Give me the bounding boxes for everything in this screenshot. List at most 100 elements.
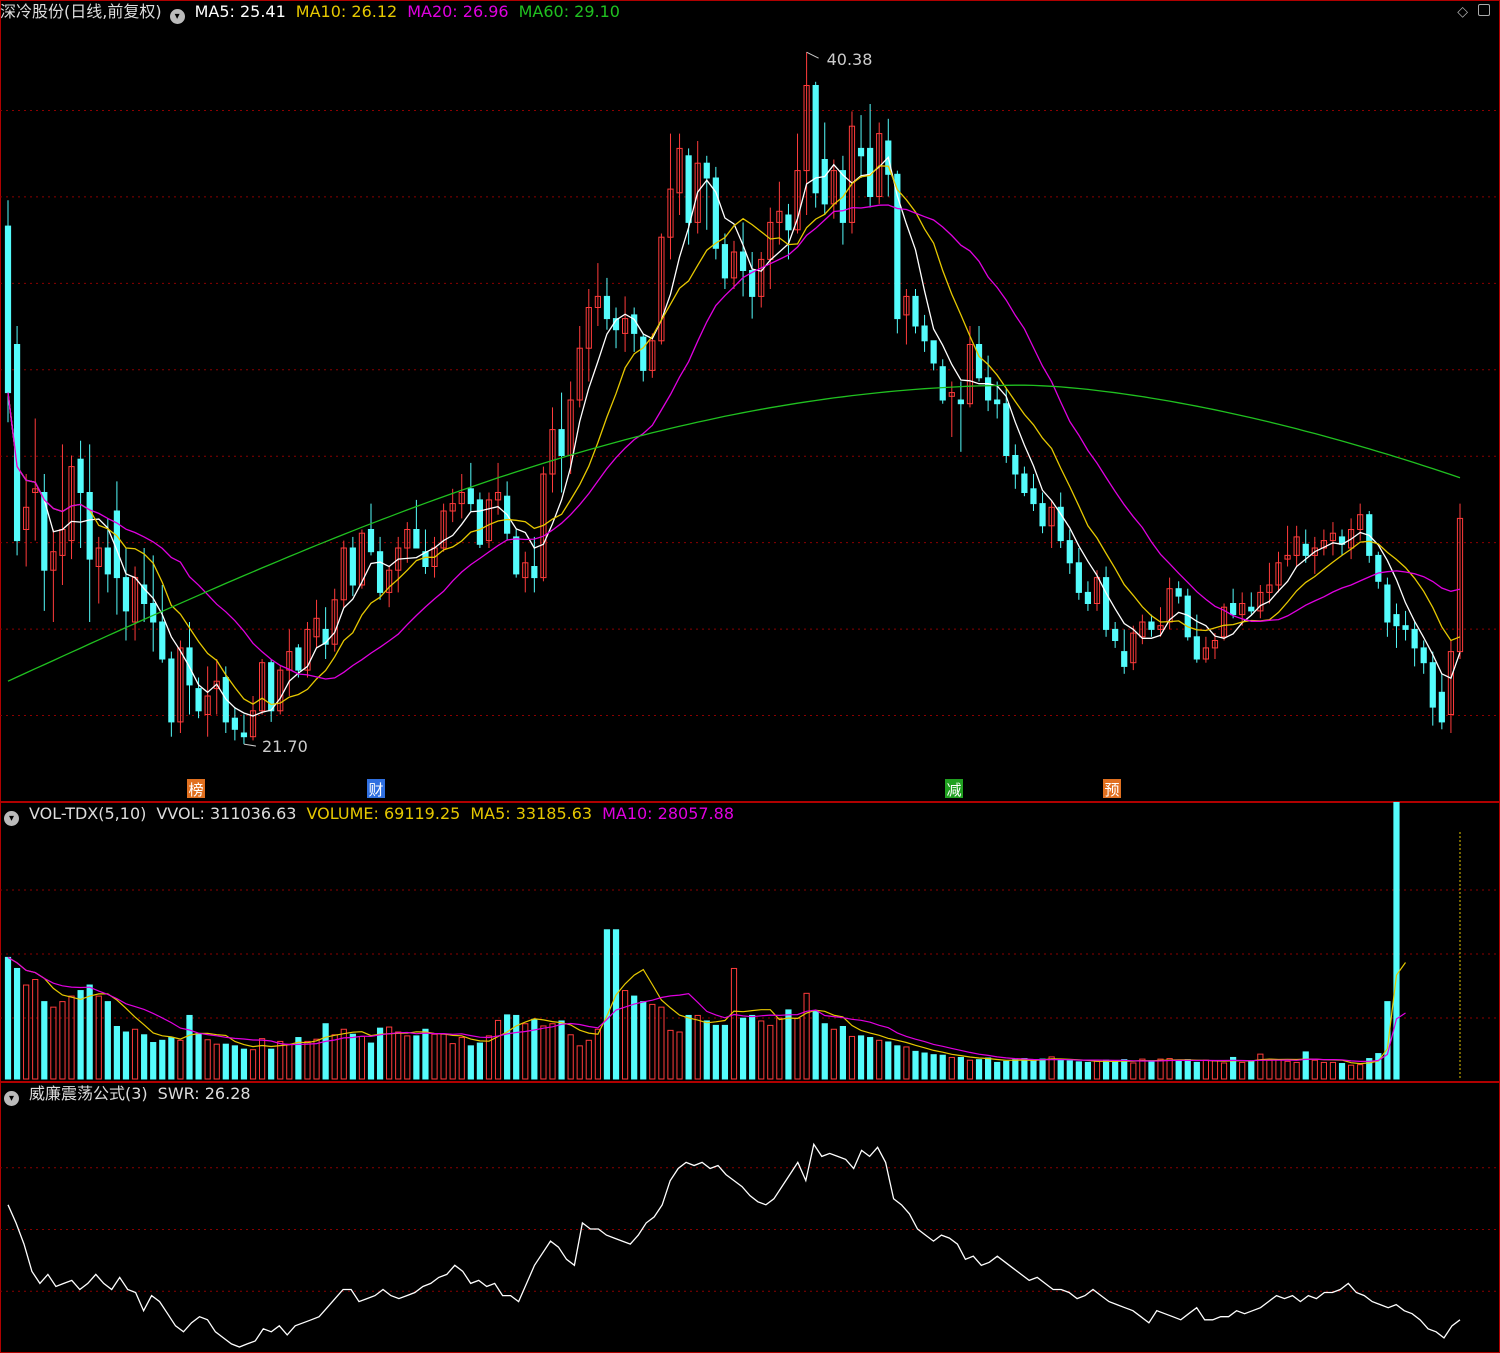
candle-body bbox=[785, 214, 792, 231]
candle-body bbox=[749, 270, 756, 297]
vol-title: VOL-TDX(5,10) bbox=[29, 804, 147, 823]
volume-chart[interactable] bbox=[0, 802, 1500, 1082]
candle-body bbox=[1411, 628, 1418, 649]
volume-bar bbox=[322, 1023, 329, 1080]
volume-pane[interactable]: ▾ VOL-TDX(5,10) VVOL: 311036.63 VOLUME: 691… bbox=[0, 802, 1500, 1082]
volume-bar bbox=[449, 1043, 456, 1080]
volume-bar bbox=[1121, 1059, 1128, 1080]
volume-bar bbox=[1012, 1059, 1019, 1080]
swr-chart[interactable] bbox=[0, 1082, 1500, 1353]
low-arrow bbox=[243, 743, 257, 747]
volume-bar bbox=[848, 1035, 856, 1080]
candle-body bbox=[1193, 636, 1200, 660]
event-marker-label: 减 bbox=[946, 781, 961, 799]
price-chart[interactable]: 40.38 21.70 榜 财 减 预 bbox=[0, 0, 1500, 802]
volume-bar bbox=[86, 984, 93, 1080]
volume-bar bbox=[594, 1028, 601, 1080]
volume-bar bbox=[1148, 1060, 1155, 1080]
volume-bar bbox=[649, 1003, 656, 1080]
volume-bar bbox=[721, 1024, 729, 1080]
volume-bar bbox=[785, 1009, 792, 1080]
candle-body bbox=[1384, 584, 1391, 623]
volume-bar bbox=[1093, 1060, 1101, 1080]
candle-body bbox=[168, 658, 175, 723]
volume-bar bbox=[776, 1017, 783, 1080]
square-icon[interactable] bbox=[1478, 4, 1490, 16]
volume-bar bbox=[1193, 1061, 1200, 1080]
volume-bar bbox=[912, 1050, 919, 1080]
candle-body bbox=[77, 458, 84, 494]
volume-bar bbox=[730, 967, 738, 1080]
stock-title: 深冷股份(日线,前复权) bbox=[0, 2, 162, 21]
candle-body bbox=[558, 429, 565, 457]
swr-pane[interactable]: ▾ 威廉震荡公式(3) SWR: 26.28 bbox=[0, 1082, 1500, 1353]
swr-title: 威廉震荡公式(3) bbox=[29, 1084, 148, 1103]
volume-bar bbox=[476, 1042, 483, 1080]
volume-bar bbox=[440, 1033, 447, 1080]
candle-body bbox=[994, 399, 1001, 405]
volume-bar bbox=[331, 1034, 338, 1080]
volume-bar bbox=[685, 1014, 692, 1080]
volume-bar bbox=[1166, 1058, 1173, 1080]
volume-bar bbox=[1311, 1059, 1318, 1080]
volume-bar bbox=[494, 1019, 502, 1080]
candle-body bbox=[1230, 603, 1237, 616]
volume-bar bbox=[376, 1027, 384, 1080]
candle-body bbox=[1003, 403, 1010, 457]
volume-bar bbox=[567, 1034, 574, 1080]
volume-bar bbox=[585, 1039, 592, 1080]
volume-bar bbox=[231, 1045, 238, 1080]
low-price-label: 21.70 bbox=[262, 737, 308, 756]
volume-bar bbox=[150, 1042, 157, 1080]
candle-body bbox=[349, 547, 356, 586]
volume-bar bbox=[286, 1043, 293, 1080]
price-pane[interactable]: 40.38 21.70 榜 财 减 预 深冷股份(日线,前复权) ▾ MA5: 25.41 MA… bbox=[0, 0, 1500, 802]
volume-bar bbox=[458, 1037, 465, 1080]
volume-bar bbox=[77, 990, 84, 1080]
candle-body bbox=[513, 536, 520, 575]
candle-body bbox=[1012, 455, 1019, 475]
swr-header: ▾ 威廉震荡公式(3) SWR: 26.28 bbox=[0, 1082, 261, 1106]
volume-bar bbox=[631, 995, 638, 1080]
candle-body bbox=[939, 366, 946, 401]
volume-bar bbox=[358, 1035, 366, 1080]
volume-bar bbox=[903, 1046, 910, 1080]
volume-bar bbox=[4, 956, 12, 1080]
settings-circle-icon[interactable]: ▾ bbox=[169, 9, 185, 24]
swr-settings-icon[interactable]: ▾ bbox=[4, 1091, 19, 1106]
volume-bar bbox=[122, 1031, 130, 1080]
volume-bar bbox=[839, 1025, 846, 1080]
volume-settings-icon[interactable]: ▾ bbox=[4, 811, 19, 826]
volume-bar bbox=[367, 1042, 375, 1080]
candle-body bbox=[231, 717, 238, 730]
volume-bar bbox=[1175, 1060, 1182, 1080]
candle-body bbox=[930, 340, 937, 364]
candle-body bbox=[413, 529, 420, 549]
volume-bar bbox=[349, 1033, 356, 1080]
volume-bar bbox=[1075, 1061, 1082, 1080]
volume-bar bbox=[985, 1057, 992, 1080]
candle-body bbox=[857, 147, 865, 157]
candle-body bbox=[640, 336, 647, 371]
candle-body bbox=[104, 547, 111, 575]
candle-body bbox=[975, 344, 983, 379]
candle-body bbox=[367, 529, 375, 553]
volume-bar bbox=[667, 1029, 674, 1080]
diamond-icon[interactable]: ◇ bbox=[1457, 4, 1468, 20]
window-controls: ◇ bbox=[1447, 4, 1490, 20]
candle-body bbox=[1121, 651, 1128, 667]
candle-body bbox=[150, 603, 157, 623]
volume-bar bbox=[313, 1038, 320, 1080]
volume-bar bbox=[1220, 1062, 1228, 1080]
volume-bar bbox=[485, 1035, 493, 1080]
candle-body bbox=[985, 377, 992, 401]
candle-body bbox=[685, 155, 692, 223]
candle-body bbox=[86, 492, 93, 560]
candle-body bbox=[921, 325, 928, 342]
volume-bar bbox=[549, 1023, 556, 1080]
volume-bar bbox=[113, 1025, 121, 1080]
volume-bar bbox=[186, 1014, 193, 1080]
volume-bar bbox=[395, 1031, 402, 1080]
volume-bar bbox=[1329, 1061, 1337, 1080]
volume-bar bbox=[640, 1001, 647, 1080]
